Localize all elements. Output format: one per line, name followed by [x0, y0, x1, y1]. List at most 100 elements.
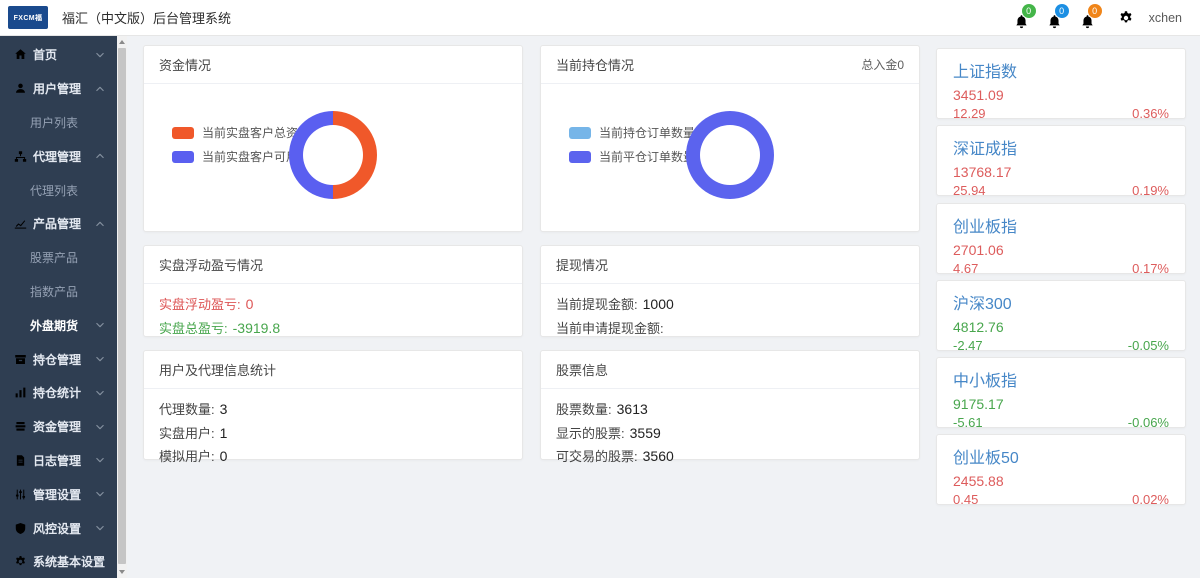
index-name: 沪深300: [953, 290, 1169, 314]
sidebar-item-product-management[interactable]: 产品管理: [0, 207, 117, 241]
index-card-csi300: 沪深300 4812.76 -2.47 -0.05%: [936, 280, 1186, 351]
positions-card: 当前持仓情况 总入金0 当前持仓订单数量 当前平仓订单数量: [540, 45, 920, 232]
withdraw-row: 当前申请提现金额:: [556, 317, 904, 341]
navbar-right: 0 0 0 xchen: [1011, 7, 1182, 29]
index-price: 2455.88: [953, 473, 1169, 489]
index-price: 4812.76: [953, 319, 1169, 335]
home-icon: [14, 48, 27, 61]
index-percent: -0.05%: [1128, 338, 1169, 353]
chevron-up-icon: [95, 151, 105, 161]
app-logo[interactable]: FXCM福: [8, 6, 48, 29]
index-card-sme: 中小板指 9175.17 -5.61 -0.06%: [936, 357, 1186, 428]
sidebar-item-label: 代理列表: [30, 182, 78, 199]
total-deposit-label: 总入金0: [861, 56, 904, 73]
notification-bell-1[interactable]: 0: [1011, 7, 1033, 29]
funds-donut-chart: [289, 111, 377, 199]
sidebar-item-agent-list[interactable]: 代理列表: [0, 173, 117, 207]
notification-bell-3[interactable]: 0: [1077, 7, 1099, 29]
chevron-down-icon: [95, 388, 105, 398]
withdraw-card: 提现情况 当前提现金额:1000 当前申请提现金额:: [540, 245, 920, 337]
chevron-down-icon: [95, 354, 105, 364]
card-title: 股票信息: [556, 360, 608, 379]
app-title: 福汇（中文版）后台管理系统: [62, 8, 231, 27]
sidebar-item-risk-settings[interactable]: 风控设置: [0, 511, 117, 545]
index-change: -5.61: [953, 415, 983, 430]
chevron-down-icon: [95, 557, 105, 567]
legend-swatch: [172, 151, 194, 163]
sidebar-item-index-products[interactable]: 指数产品: [0, 275, 117, 309]
scrollbar-up-arrow[interactable]: [117, 36, 127, 48]
index-change: -2.47: [953, 338, 983, 353]
index-percent: -0.06%: [1128, 415, 1169, 430]
index-change: 25.94: [953, 183, 986, 198]
top-navbar: FXCM福 福汇（中文版）后台管理系统 0 0 0 xchen: [0, 0, 1200, 36]
box-icon: [14, 353, 27, 366]
stat-row: 模拟用户:0: [159, 445, 507, 469]
sidebar-item-label: 指数产品: [30, 283, 78, 300]
sidebar-item-position-stats[interactable]: 持仓统计: [0, 376, 117, 410]
stock-row: 显示的股票:3559: [556, 422, 904, 446]
chevron-down-icon: [95, 422, 105, 432]
index-price: 3451.09: [953, 87, 1169, 103]
card-title: 资金情况: [159, 55, 211, 74]
index-name: 创业板50: [953, 444, 1169, 468]
index-percent: 0.02%: [1132, 492, 1169, 507]
chart-bar-icon: [14, 386, 27, 399]
sidebar-item-stock-products[interactable]: 股票产品: [0, 241, 117, 275]
notification-badge: 0: [1022, 4, 1036, 18]
pl-row: 实盘总盈亏:-3919.8: [159, 317, 507, 341]
sidebar-item-label: 日志管理: [33, 452, 81, 469]
index-card-chinext: 创业板指 2701.06 4.67 0.17%: [936, 203, 1186, 274]
legend-item[interactable]: 当前持仓订单数量: [569, 124, 695, 141]
legend-swatch: [569, 151, 591, 163]
index-card-shanghai: 上证指数 3451.09 12.29 0.36%: [936, 48, 1186, 119]
sidebar-item-user-list[interactable]: 用户列表: [0, 106, 117, 140]
notification-badge: 0: [1055, 4, 1069, 18]
scrollbar-down-arrow[interactable]: [117, 566, 127, 578]
index-name: 深证成指: [953, 135, 1169, 159]
sidebar-item-label: 资金管理: [33, 418, 81, 435]
scrollbar-thumb[interactable]: [118, 48, 126, 564]
chevron-down-icon: [95, 455, 105, 465]
sitemap-icon: [14, 150, 27, 163]
sidebar-item-log-management[interactable]: 日志管理: [0, 444, 117, 478]
chevron-down-icon: [95, 50, 105, 60]
sidebar-item-system-settings[interactable]: 系统基本设置: [0, 545, 117, 578]
floating-pl-card: 实盘浮动盈亏情况 实盘浮动盈亏:0 实盘总盈亏:-3919.8: [143, 245, 523, 337]
legend-label: 当前持仓订单数量: [599, 124, 695, 141]
sidebar-item-agent-management[interactable]: 代理管理: [0, 139, 117, 173]
stock-row: 股票数量:3613: [556, 398, 904, 422]
coins-icon: [14, 420, 27, 433]
index-card-chinext50: 创业板50 2455.88 0.45 0.02%: [936, 434, 1186, 505]
sidebar-item-foreign-futures[interactable]: 外盘期货: [0, 308, 117, 342]
notification-badge: 0: [1088, 4, 1102, 18]
gear-icon: [14, 555, 27, 568]
notification-bell-2[interactable]: 0: [1044, 7, 1066, 29]
sidebar-item-user-management[interactable]: 用户管理: [0, 72, 117, 106]
legend-item[interactable]: 当前平仓订单数量: [569, 148, 695, 165]
chevron-up-icon: [95, 219, 105, 229]
sidebar-scrollbar[interactable]: [117, 36, 127, 578]
index-change: 12.29: [953, 106, 986, 121]
sidebar-item-fund-management[interactable]: 资金管理: [0, 410, 117, 444]
sidebar-item-admin-settings[interactable]: 管理设置: [0, 477, 117, 511]
index-name: 创业板指: [953, 213, 1169, 237]
positions-donut-chart: [686, 111, 774, 199]
funds-card: 资金情况 当前实盘客户总资金 当前实盘客户可用资金: [143, 45, 523, 232]
index-percent: 0.36%: [1132, 106, 1169, 121]
chart-line-icon: [14, 217, 27, 230]
index-price: 2701.06: [953, 242, 1169, 258]
chevron-down-icon: [95, 320, 105, 330]
legend-swatch: [569, 127, 591, 139]
card-title: 用户及代理信息统计: [159, 360, 276, 379]
file-icon: [14, 454, 27, 467]
user-icon: [14, 82, 27, 95]
sidebar-item-home[interactable]: 首页: [0, 38, 117, 72]
username[interactable]: xchen: [1149, 11, 1182, 25]
sidebar-item-position-management[interactable]: 持仓管理: [0, 342, 117, 376]
sidebar-item-label: 持仓管理: [33, 351, 81, 368]
sidebar-item-label: 外盘期货: [30, 317, 78, 334]
gear-icon[interactable]: [1118, 10, 1134, 26]
stock-info-card: 股票信息 股票数量:3613 显示的股票:3559 可交易的股票:3560: [540, 350, 920, 460]
positions-legend: 当前持仓订单数量 当前平仓订单数量: [569, 124, 695, 172]
